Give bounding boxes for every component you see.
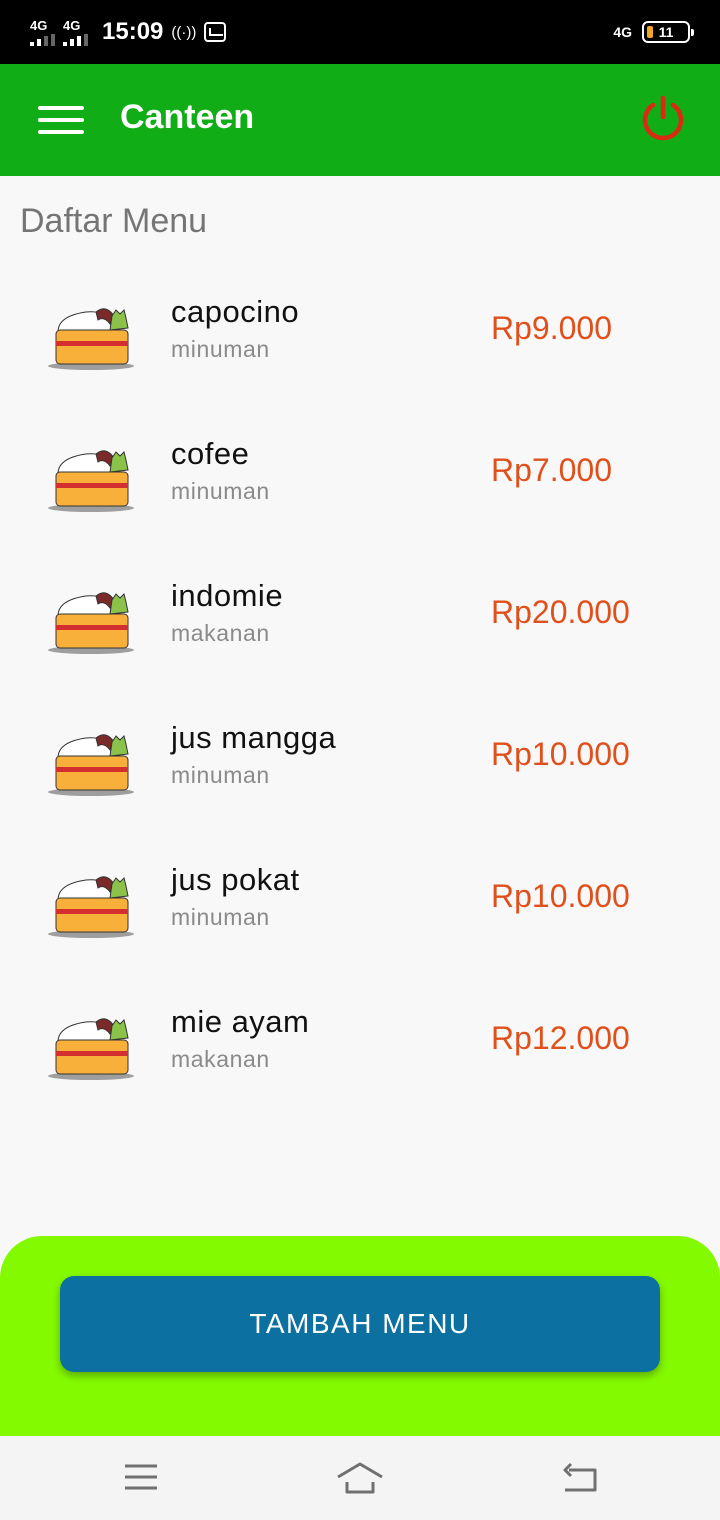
clock: 15:09 — [102, 18, 164, 45]
sim2-network-label: 4G — [63, 17, 81, 33]
food-box-icon — [48, 592, 134, 654]
app-bar: Canteen — [0, 64, 720, 176]
menu-item[interactable]: cofee minuman Rp7.000 — [0, 400, 720, 542]
hotspot-icon: ((·)) — [171, 23, 197, 41]
menu-item[interactable]: indomie makanan Rp20.000 — [0, 542, 720, 684]
menu-list: capocino minuman Rp9.000 cofee minuman R… — [0, 258, 720, 1110]
item-name: jus pokat — [171, 862, 300, 897]
navigation-bar — [0, 1436, 720, 1520]
item-category: makanan — [171, 1046, 270, 1072]
network-label: 4G — [613, 24, 632, 40]
food-box-icon — [48, 450, 134, 512]
section-title: Daftar Menu — [20, 202, 208, 240]
item-name: indomie — [171, 578, 284, 613]
battery-icon: 11 — [642, 21, 694, 43]
food-box-icon — [48, 1018, 134, 1080]
bottom-panel: TAMBAH MENU — [0, 1236, 720, 1436]
menu-item[interactable]: jus pokat minuman Rp10.000 — [0, 826, 720, 968]
add-menu-button[interactable]: TAMBAH MENU — [60, 1276, 660, 1372]
message-icon — [204, 22, 227, 42]
menu-item[interactable]: mie ayam makanan Rp12.000 — [0, 968, 720, 1110]
battery-level: 11 — [658, 24, 674, 40]
menu-item[interactable]: capocino minuman Rp9.000 — [0, 258, 720, 400]
sim1-network-label: 4G — [30, 17, 48, 33]
food-box-icon — [48, 876, 134, 938]
item-name: mie ayam — [171, 1004, 310, 1039]
food-box-icon — [48, 308, 134, 370]
food-box-icon — [48, 734, 134, 796]
item-category: minuman — [171, 478, 270, 504]
recent-apps-icon[interactable] — [116, 1456, 166, 1500]
item-category: minuman — [171, 762, 270, 788]
home-icon[interactable] — [335, 1456, 385, 1500]
item-category: minuman — [171, 904, 270, 930]
item-price: Rp10.000 — [491, 878, 630, 914]
item-price: Rp12.000 — [491, 1020, 630, 1056]
item-price: Rp7.000 — [491, 452, 612, 488]
item-name: jus mangga — [171, 720, 337, 755]
item-price: Rp9.000 — [491, 310, 612, 346]
app-title: Canteen — [120, 98, 255, 136]
sim2-signal-icon: 4G — [63, 19, 88, 46]
power-icon[interactable] — [640, 95, 686, 141]
item-name: capocino — [171, 294, 300, 329]
hamburger-menu-icon[interactable] — [38, 106, 84, 134]
menu-item[interactable]: jus mangga minuman Rp10.000 — [0, 684, 720, 826]
sim1-signal-icon: 4G — [30, 19, 55, 46]
status-bar: 4G 4G 15:09 ((·)) 4G 11 — [0, 0, 720, 64]
item-name: cofee — [171, 436, 250, 471]
item-category: minuman — [171, 336, 270, 362]
back-icon[interactable] — [555, 1456, 605, 1500]
item-price: Rp10.000 — [491, 736, 630, 772]
item-category: makanan — [171, 620, 270, 646]
item-price: Rp20.000 — [491, 594, 630, 630]
